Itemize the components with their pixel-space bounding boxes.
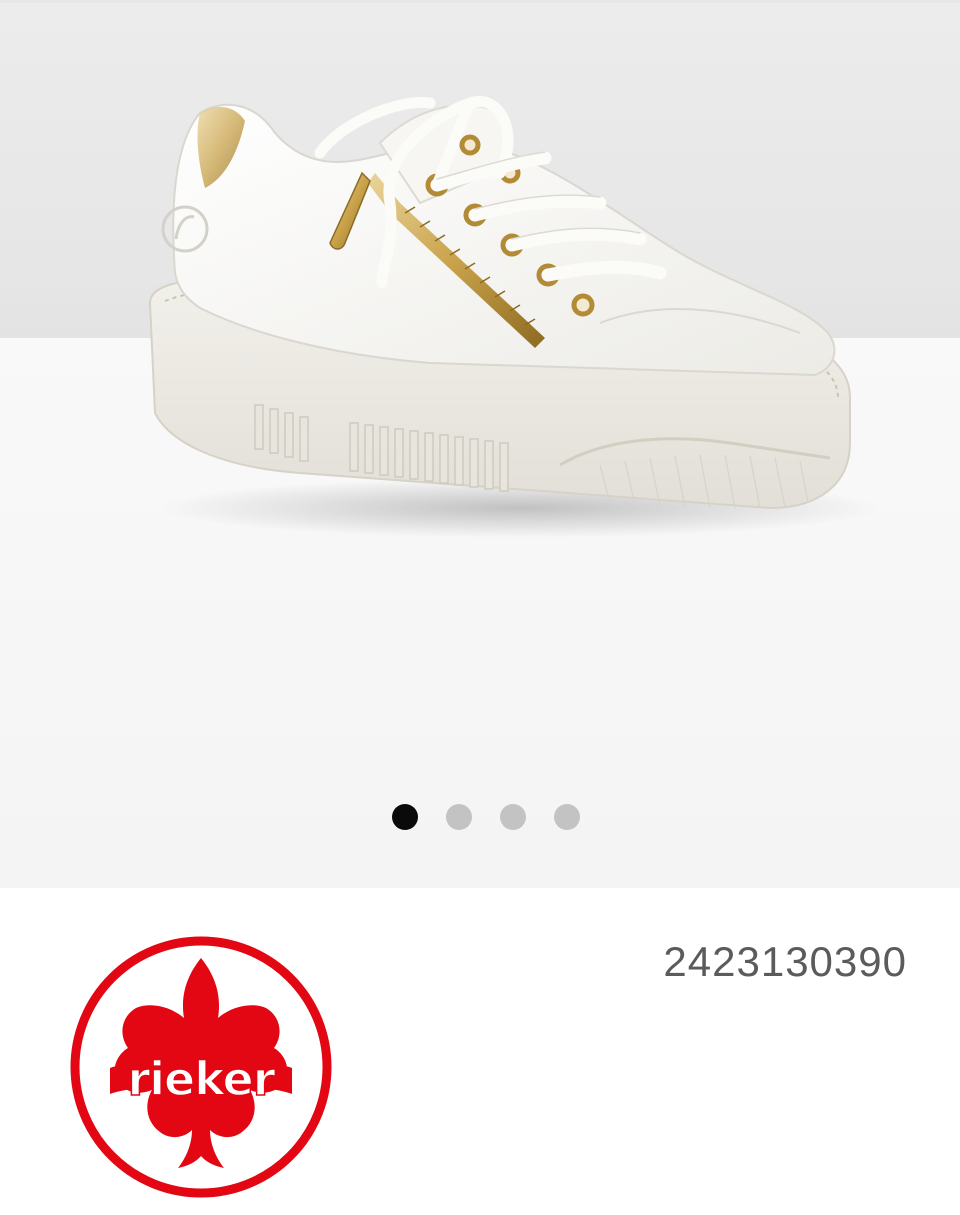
- rieker-logo-icon[interactable]: rieker: [70, 936, 332, 1198]
- carousel-dot-1[interactable]: [392, 804, 418, 830]
- article-number: 2423130390: [663, 938, 907, 985]
- carousel-dots: [0, 800, 960, 832]
- product-image-gallery[interactable]: [0, 3, 960, 888]
- svg-text:rieker: rieker: [128, 1052, 276, 1106]
- product-image[interactable]: [0, 3, 960, 888]
- carousel-dot-2[interactable]: [446, 804, 472, 830]
- carousel-dot-3[interactable]: [500, 804, 526, 830]
- carousel-dot-4[interactable]: [554, 804, 580, 830]
- product-page: 2423130390 rieker: [0, 0, 960, 1215]
- product-info: 2423130390 rieker: [0, 888, 960, 1215]
